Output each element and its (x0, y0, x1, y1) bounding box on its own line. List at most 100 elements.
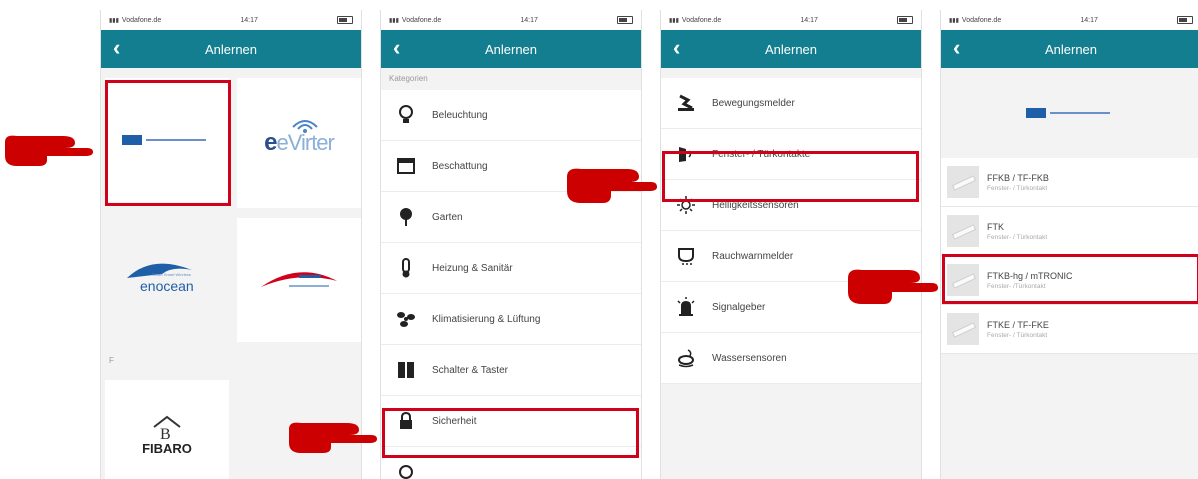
security-item-helligkeit[interactable]: Helligkeitssensoren (661, 180, 921, 231)
product-list: FFKB / TF-FKB Fenster- / Türkontakt FTK Fe… (941, 68, 1198, 479)
motion-icon (676, 93, 696, 113)
water-sensor-icon (676, 348, 696, 368)
carrier-label: Vodafone.de (961, 16, 1002, 24)
status-bar: ▮▮▮ Vodafone.de 14:17 (941, 10, 1198, 30)
enocean-logo-text: enocean (140, 278, 194, 294)
product-item-ftk[interactable]: FTK Fenster- / Türkontakt (941, 207, 1198, 256)
battery-icon (1176, 16, 1193, 24)
category-item-sicherheit[interactable]: Sicherheit (381, 396, 641, 447)
brand-tile-fibaro[interactable]: B FIBARO (105, 380, 229, 479)
status-bar: ▮▮▮ Vodafone.de 14:17 (381, 10, 641, 30)
category-label: Klimatisierung & Lüftung (432, 313, 541, 325)
more-icon (396, 462, 416, 479)
carrier-label: Vodafone.de (401, 16, 442, 24)
enocean-tagline: Smart Smart Wireless (152, 272, 191, 277)
phone-screen-products: ▮▮▮ Vodafone.de 14:17 ‹ Anlernen FFKB / T… (940, 10, 1198, 479)
product-item-ftkb-hg[interactable]: FTKB-hg / mTRONIC Fenster- /Türkontakt (941, 256, 1198, 305)
category-label: Beleuchtung (432, 109, 488, 121)
product-type: Fenster- / Türkontakt (987, 233, 1048, 241)
siren-icon (676, 297, 696, 317)
nav-title: Anlernen (1044, 41, 1098, 57)
lock-icon (396, 411, 416, 431)
fibaro-logo-text: FIBARO (142, 440, 192, 456)
brand-tile-evirter[interactable]: eeVirter (237, 78, 361, 208)
category-item-schalter[interactable]: Schalter & Taster (381, 345, 641, 396)
security-label: Wassersensoren (712, 352, 787, 364)
category-label: Sicherheit (432, 415, 477, 427)
back-icon[interactable]: ‹ (953, 36, 960, 60)
product-name: FFKB / TF-FKB (987, 172, 1049, 183)
product-thumbnail (947, 264, 979, 296)
back-icon[interactable]: ‹ (393, 36, 400, 60)
smoke-detector-icon (676, 246, 696, 266)
security-label: Fenster- / Türkontakte (712, 148, 811, 160)
tree-icon (396, 207, 416, 227)
security-label: Rauchwarnmelder (712, 250, 794, 262)
nav-title: Anlernen (204, 41, 258, 57)
pointing-hand-icon (5, 135, 93, 166)
red-swoosh-logo-icon (261, 272, 337, 287)
product-type: Fenster- / Türkontakt (987, 184, 1048, 192)
product-item-ftke[interactable]: FTKE / TF-FKE Fenster- / Türkontakt (941, 305, 1198, 354)
security-label: Bewegungsmelder (712, 97, 795, 109)
status-bar: ▮▮▮ Vodafone.de 14:17 (101, 10, 361, 30)
security-label: Signalgeber (712, 301, 766, 313)
fibaro-house-icon: B (153, 415, 181, 441)
nav-bar: ‹ Anlernen (101, 30, 361, 68)
nav-title: Anlernen (764, 41, 818, 57)
status-bar: ▮▮▮ Vodafone.de 14:17 (661, 10, 921, 30)
brand-tile-eltako[interactable] (105, 78, 229, 202)
nav-bar: ‹ Anlernen (661, 30, 921, 68)
product-type: Fenster- / Türkontakt (987, 331, 1048, 339)
security-item-wasser[interactable]: Wassersensoren (661, 333, 921, 384)
category-item-more[interactable] (381, 447, 641, 479)
fan-icon (396, 309, 416, 329)
product-thumbnail (947, 166, 979, 198)
nav-title: Anlernen (484, 41, 538, 57)
wifi-icon (292, 120, 318, 133)
clock: 14:17 (520, 16, 538, 24)
shade-icon (396, 156, 416, 176)
clock: 14:17 (240, 16, 258, 24)
carrier-label: Vodafone.de (121, 16, 162, 24)
product-item-ffkb[interactable]: FFKB / TF-FKB Fenster- / Türkontakt (941, 158, 1198, 207)
category-list: Kategorien Beleuchtung Beschattung Garte… (381, 68, 641, 479)
back-icon[interactable]: ‹ (673, 36, 680, 60)
section-label-f: F (101, 350, 361, 372)
pointing-hand-icon (567, 168, 657, 203)
product-type: Fenster- /Türkontakt (987, 282, 1046, 290)
switch-icon (396, 360, 416, 380)
brand-tile-enocean[interactable]: enocean Smart Smart Wireless (105, 218, 229, 342)
battery-icon (616, 16, 633, 24)
svg-text:B: B (160, 426, 171, 441)
door-contact-icon (676, 144, 696, 164)
carrier-label: Vodafone.de (681, 16, 722, 24)
section-label-kategorien: Kategorien (381, 68, 641, 90)
product-thumbnail (947, 313, 979, 345)
category-item-heizung[interactable]: Heizung & Sanitär (381, 243, 641, 294)
eltako-logo-icon (1026, 108, 1110, 118)
category-label: Heizung & Sanitär (432, 262, 513, 274)
nav-bar: ‹ Anlernen (381, 30, 641, 68)
clock: 14:17 (800, 16, 818, 24)
back-icon[interactable]: ‹ (113, 36, 120, 60)
brand-tile-red-logo[interactable] (237, 218, 361, 342)
product-name: FTKB-hg / mTRONIC (987, 270, 1073, 281)
phone-screen-categories: ▮▮▮ Vodafone.de 14:17 ‹ Anlernen Kategori… (380, 10, 642, 479)
battery-icon (336, 16, 353, 24)
brand-header (941, 68, 1198, 158)
category-label: Schalter & Taster (432, 364, 508, 376)
product-name: FTK (987, 221, 1004, 232)
sun-icon (676, 195, 696, 215)
security-item-bewegungsmelder[interactable]: Bewegungsmelder (661, 78, 921, 129)
battery-icon (896, 16, 913, 24)
category-item-beleuchtung[interactable]: Beleuchtung (381, 90, 641, 141)
product-thumbnail (947, 215, 979, 247)
brand-grid: eeVirter enocean Smart Smart Wireless F … (101, 68, 361, 479)
thermometer-icon (396, 258, 416, 278)
bulb-icon (396, 105, 416, 125)
category-item-klimatisierung[interactable]: Klimatisierung & Lüftung (381, 294, 641, 345)
security-item-fenster[interactable]: Fenster- / Türkontakte (661, 129, 921, 180)
nav-bar: ‹ Anlernen (941, 30, 1198, 68)
evirter-logo-text: eVirter (276, 130, 334, 155)
